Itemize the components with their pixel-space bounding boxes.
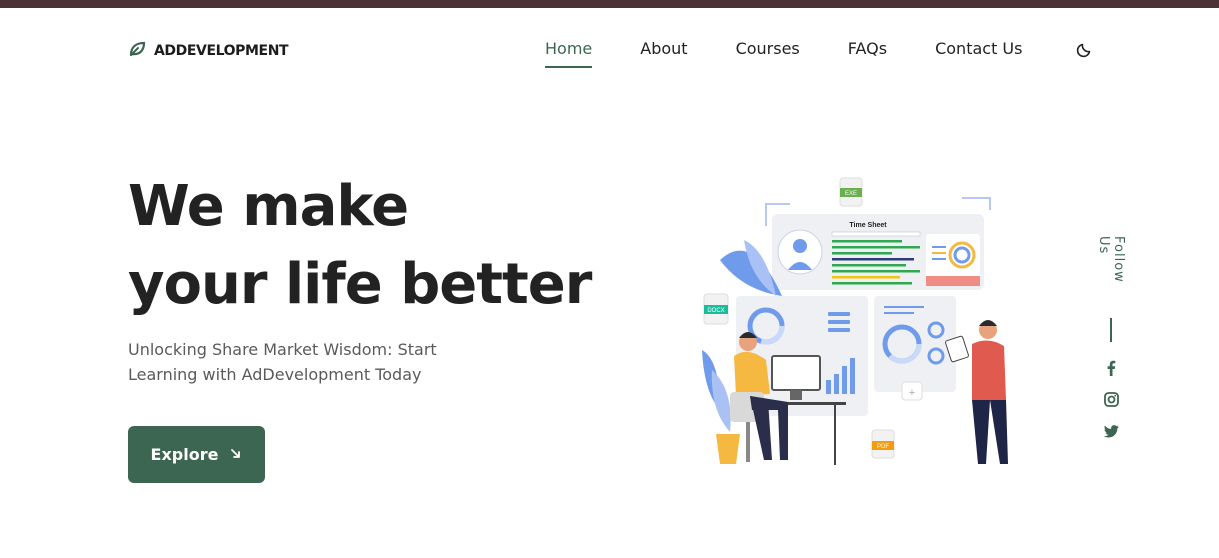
hero-illustration: EXE DOCX PDF Time Sheet + <box>690 170 1020 480</box>
hero-subtitle: Unlocking Share Market Wisdom: Start Lea… <box>128 340 437 384</box>
twitter-icon[interactable] <box>1103 423 1119 442</box>
nav-item-faqs[interactable]: FAQs <box>848 38 887 72</box>
brand-logo[interactable]: ADDEVELOPMENT <box>128 40 289 62</box>
facebook-icon[interactable] <box>1104 360 1118 380</box>
nav-item-about[interactable]: About <box>640 38 687 72</box>
instagram-icon[interactable] <box>1103 392 1119 411</box>
top-accent-bar <box>0 0 1219 8</box>
timesheet-title: Time Sheet <box>849 222 887 229</box>
hero-title: We make your life better <box>128 168 592 324</box>
social-sidebar: Follow Us <box>1096 236 1126 450</box>
hero-title-line-1: We make <box>128 174 409 239</box>
brand-name: ADDEVELOPMENT <box>154 43 289 59</box>
svg-text:+: + <box>909 387 915 399</box>
nav-item-contact-us[interactable]: Contact Us <box>935 38 1022 72</box>
main-nav: Home About Courses FAQs Contact Us <box>545 38 1022 72</box>
arrow-down-right-icon <box>230 445 242 464</box>
leaf-icon <box>128 40 146 62</box>
exe-file-label: EXE <box>845 191 857 197</box>
explore-button-label: Explore <box>150 445 219 464</box>
hero-title-line-2: your life better <box>128 252 592 317</box>
follow-us-label: Follow Us <box>1096 236 1126 283</box>
moon-icon[interactable] <box>1076 40 1094 62</box>
follow-divider <box>1110 318 1112 342</box>
pdf-file-label: PDF <box>877 444 889 450</box>
nav-item-courses[interactable]: Courses <box>736 38 800 72</box>
explore-button[interactable]: Explore <box>128 426 265 483</box>
docx-file-label: DOCX <box>707 308 724 314</box>
nav-item-home[interactable]: Home <box>545 38 593 72</box>
